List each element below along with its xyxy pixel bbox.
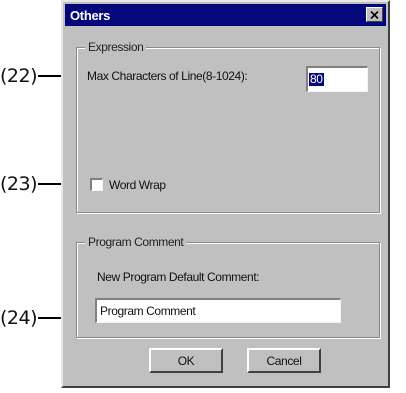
cancel-button[interactable]: Cancel	[247, 348, 321, 373]
callout-23-label: (23)	[0, 173, 38, 195]
default-comment-label: New Program Default Comment:	[97, 270, 260, 284]
callout-24-label: (24)	[0, 307, 38, 329]
title-bar[interactable]: Others	[65, 4, 386, 26]
ok-button-label: OK	[177, 353, 195, 368]
expression-legend: Expression	[85, 40, 147, 54]
default-comment-input[interactable]: Program Comment	[95, 298, 341, 323]
program-comment-legend: Program Comment	[85, 235, 187, 249]
max-chars-input[interactable]: 80	[306, 66, 368, 92]
others-dialog: Others Expression Max Characters of Line…	[61, 0, 390, 388]
program-comment-group: Program Comment	[76, 235, 380, 338]
ok-button[interactable]: OK	[149, 348, 223, 373]
max-chars-label: Max Characters of Line(8-1024):	[87, 69, 248, 83]
close-x-icon	[370, 10, 379, 19]
word-wrap-checkbox[interactable]	[90, 178, 103, 191]
dialog-title: Others	[70, 7, 111, 23]
word-wrap-label[interactable]: Word Wrap	[109, 178, 166, 192]
callout-22-label: (22)	[0, 65, 38, 87]
max-chars-value: 80	[309, 72, 324, 86]
close-button[interactable]	[366, 7, 383, 22]
cancel-button-label: Cancel	[266, 353, 302, 368]
default-comment-value: Program Comment	[100, 304, 196, 318]
